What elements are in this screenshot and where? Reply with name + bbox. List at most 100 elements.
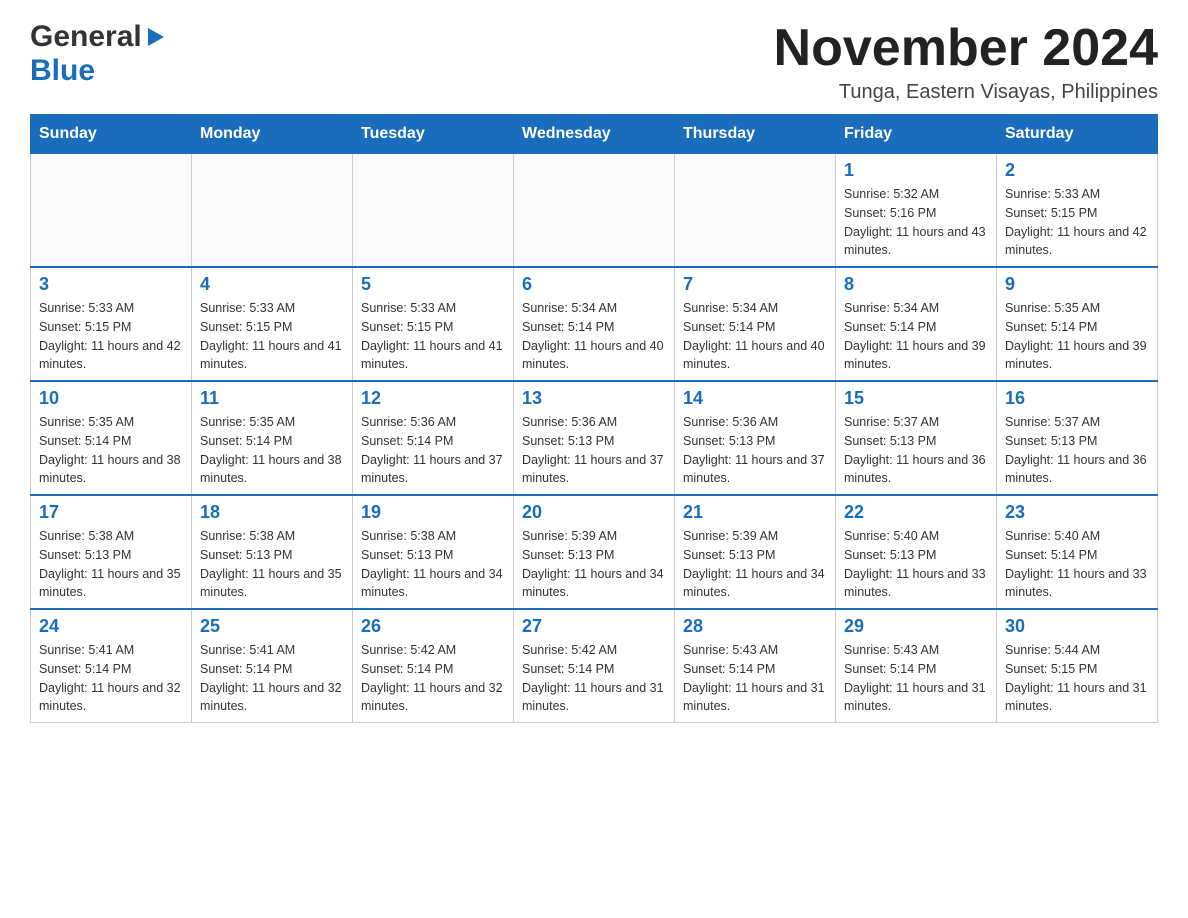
day-info: Sunrise: 5:33 AMSunset: 5:15 PMDaylight:…: [1005, 185, 1149, 260]
day-info: Sunrise: 5:39 AMSunset: 5:13 PMDaylight:…: [522, 527, 666, 602]
day-number: 27: [522, 616, 666, 637]
calendar-day-cell: [353, 154, 514, 268]
header-sunday: Sunday: [31, 115, 192, 154]
day-info: Sunrise: 5:34 AMSunset: 5:14 PMDaylight:…: [844, 299, 988, 374]
calendar-day-cell: 7 Sunrise: 5:34 AMSunset: 5:14 PMDaylight…: [675, 267, 836, 381]
calendar-week-row: 3 Sunrise: 5:33 AMSunset: 5:15 PMDaylight…: [31, 267, 1158, 381]
day-info: Sunrise: 5:44 AMSunset: 5:15 PMDaylight:…: [1005, 641, 1149, 716]
day-info: Sunrise: 5:40 AMSunset: 5:14 PMDaylight:…: [1005, 527, 1149, 602]
logo-blue-text: Blue: [30, 54, 95, 88]
header-monday: Monday: [192, 115, 353, 154]
day-number: 26: [361, 616, 505, 637]
day-number: 12: [361, 388, 505, 409]
day-number: 16: [1005, 388, 1149, 409]
weekday-header-row: Sunday Monday Tuesday Wednesday Thursday…: [31, 115, 1158, 154]
day-number: 7: [683, 274, 827, 295]
calendar-day-cell: 14 Sunrise: 5:36 AMSunset: 5:13 PMDayligh…: [675, 381, 836, 495]
calendar-day-cell: 17 Sunrise: 5:38 AMSunset: 5:13 PMDayligh…: [31, 495, 192, 609]
day-number: 15: [844, 388, 988, 409]
day-info: Sunrise: 5:40 AMSunset: 5:13 PMDaylight:…: [844, 527, 988, 602]
day-number: 8: [844, 274, 988, 295]
day-info: Sunrise: 5:32 AMSunset: 5:16 PMDaylight:…: [844, 185, 988, 260]
day-number: 29: [844, 616, 988, 637]
calendar-day-cell: 2 Sunrise: 5:33 AMSunset: 5:15 PMDaylight…: [997, 154, 1158, 268]
day-number: 3: [39, 274, 183, 295]
day-number: 28: [683, 616, 827, 637]
day-info: Sunrise: 5:39 AMSunset: 5:13 PMDaylight:…: [683, 527, 827, 602]
calendar-day-cell: 29 Sunrise: 5:43 AMSunset: 5:14 PMDayligh…: [836, 609, 997, 723]
header-friday: Friday: [836, 115, 997, 154]
day-number: 22: [844, 502, 988, 523]
header-saturday: Saturday: [997, 115, 1158, 154]
calendar-day-cell: 28 Sunrise: 5:43 AMSunset: 5:14 PMDayligh…: [675, 609, 836, 723]
calendar-day-cell: 5 Sunrise: 5:33 AMSunset: 5:15 PMDaylight…: [353, 267, 514, 381]
day-info: Sunrise: 5:35 AMSunset: 5:14 PMDaylight:…: [200, 413, 344, 488]
day-number: 21: [683, 502, 827, 523]
day-number: 14: [683, 388, 827, 409]
calendar-day-cell: 27 Sunrise: 5:42 AMSunset: 5:14 PMDayligh…: [514, 609, 675, 723]
header-thursday: Thursday: [675, 115, 836, 154]
calendar-day-cell: 9Sunrise: 5:35 AMSunset: 5:14 PMDaylight…: [997, 267, 1158, 381]
header-wednesday: Wednesday: [514, 115, 675, 154]
day-info: Sunrise: 5:34 AMSunset: 5:14 PMDaylight:…: [683, 299, 827, 374]
day-number: 5: [361, 274, 505, 295]
day-number: 17: [39, 502, 183, 523]
calendar-day-cell: 3 Sunrise: 5:33 AMSunset: 5:15 PMDaylight…: [31, 267, 192, 381]
calendar-day-cell: 4Sunrise: 5:33 AMSunset: 5:15 PMDaylight…: [192, 267, 353, 381]
calendar-day-cell: 6 Sunrise: 5:34 AMSunset: 5:14 PMDaylight…: [514, 267, 675, 381]
day-info: Sunrise: 5:38 AMSunset: 5:13 PMDaylight:…: [39, 527, 183, 602]
logo: General Blue: [30, 20, 168, 88]
calendar-day-cell: [31, 154, 192, 268]
calendar-day-cell: 13Sunrise: 5:36 AMSunset: 5:13 PMDayligh…: [514, 381, 675, 495]
header-tuesday: Tuesday: [353, 115, 514, 154]
calendar-day-cell: 30 Sunrise: 5:44 AMSunset: 5:15 PMDayligh…: [997, 609, 1158, 723]
day-number: 6: [522, 274, 666, 295]
day-number: 25: [200, 616, 344, 637]
calendar-day-cell: 24Sunrise: 5:41 AMSunset: 5:14 PMDayligh…: [31, 609, 192, 723]
page-header: General Blue November 2024 Tunga, Easter…: [30, 20, 1158, 104]
day-info: Sunrise: 5:33 AMSunset: 5:15 PMDaylight:…: [39, 299, 183, 374]
calendar-day-cell: 15 Sunrise: 5:37 AMSunset: 5:13 PMDayligh…: [836, 381, 997, 495]
calendar-day-cell: [192, 154, 353, 268]
calendar-day-cell: 1Sunrise: 5:32 AMSunset: 5:16 PMDaylight…: [836, 154, 997, 268]
calendar-week-row: 17 Sunrise: 5:38 AMSunset: 5:13 PMDayligh…: [31, 495, 1158, 609]
day-number: 19: [361, 502, 505, 523]
day-info: Sunrise: 5:42 AMSunset: 5:14 PMDaylight:…: [522, 641, 666, 716]
calendar-day-cell: 16 Sunrise: 5:37 AMSunset: 5:13 PMDayligh…: [997, 381, 1158, 495]
day-info: Sunrise: 5:36 AMSunset: 5:13 PMDaylight:…: [683, 413, 827, 488]
day-info: Sunrise: 5:38 AMSunset: 5:13 PMDaylight:…: [361, 527, 505, 602]
day-info: Sunrise: 5:33 AMSunset: 5:15 PMDaylight:…: [361, 299, 505, 374]
calendar-day-cell: 20Sunrise: 5:39 AMSunset: 5:13 PMDayligh…: [514, 495, 675, 609]
logo-triangle-icon: [144, 26, 166, 48]
calendar-day-cell: 10Sunrise: 5:35 AMSunset: 5:14 PMDayligh…: [31, 381, 192, 495]
calendar-day-cell: 25 Sunrise: 5:41 AMSunset: 5:14 PMDayligh…: [192, 609, 353, 723]
calendar-table: Sunday Monday Tuesday Wednesday Thursday…: [30, 114, 1158, 723]
day-info: Sunrise: 5:36 AMSunset: 5:14 PMDaylight:…: [361, 413, 505, 488]
location-subtitle: Tunga, Eastern Visayas, Philippines: [774, 81, 1158, 104]
day-number: 11: [200, 388, 344, 409]
day-number: 30: [1005, 616, 1149, 637]
day-info: Sunrise: 5:34 AMSunset: 5:14 PMDaylight:…: [522, 299, 666, 374]
day-info: Sunrise: 5:37 AMSunset: 5:13 PMDaylight:…: [844, 413, 988, 488]
calendar-week-row: 10 Sunrise: 5:35 AMSunset: 5:14 PMDayligh…: [31, 381, 1158, 495]
calendar-day-cell: [675, 154, 836, 268]
month-title: November 2024: [774, 20, 1158, 77]
calendar-day-cell: 21 Sunrise: 5:39 AMSunset: 5:13 PMDayligh…: [675, 495, 836, 609]
day-info: Sunrise: 5:41 AMSunset: 5:14 PMDaylight:…: [39, 641, 183, 716]
calendar-week-row: 24Sunrise: 5:41 AMSunset: 5:14 PMDayligh…: [31, 609, 1158, 723]
day-number: 4: [200, 274, 344, 295]
calendar-day-cell: 8 Sunrise: 5:34 AMSunset: 5:14 PMDaylight…: [836, 267, 997, 381]
calendar-day-cell: 19 Sunrise: 5:38 AMSunset: 5:13 PMDayligh…: [353, 495, 514, 609]
calendar-day-cell: 22 Sunrise: 5:40 AMSunset: 5:13 PMDayligh…: [836, 495, 997, 609]
day-number: 10: [39, 388, 183, 409]
calendar-body: 1Sunrise: 5:32 AMSunset: 5:16 PMDaylight…: [31, 154, 1158, 723]
day-info: Sunrise: 5:43 AMSunset: 5:14 PMDaylight:…: [844, 641, 988, 716]
day-info: Sunrise: 5:35 AMSunset: 5:14 PMDaylight:…: [1005, 299, 1149, 374]
day-info: Sunrise: 5:43 AMSunset: 5:14 PMDaylight:…: [683, 641, 827, 716]
calendar-day-cell: 18Sunrise: 5:38 AMSunset: 5:13 PMDayligh…: [192, 495, 353, 609]
day-info: Sunrise: 5:37 AMSunset: 5:13 PMDaylight:…: [1005, 413, 1149, 488]
day-info: Sunrise: 5:41 AMSunset: 5:14 PMDaylight:…: [200, 641, 344, 716]
day-number: 2: [1005, 160, 1149, 181]
logo-general-text: General: [30, 20, 142, 54]
calendar-day-cell: 26Sunrise: 5:42 AMSunset: 5:14 PMDayligh…: [353, 609, 514, 723]
